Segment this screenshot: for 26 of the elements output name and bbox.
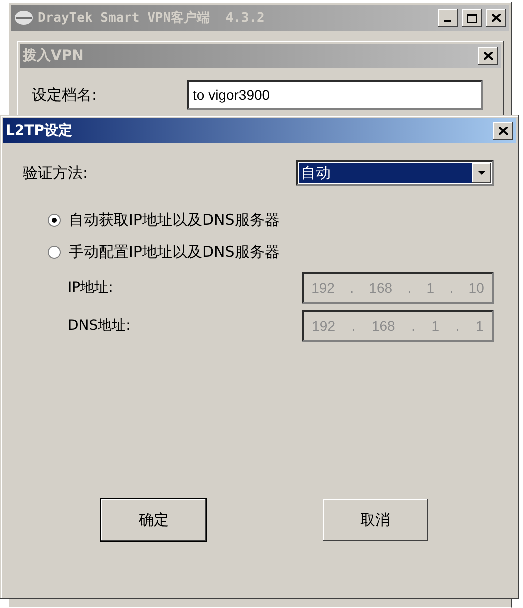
close-button[interactable]: [493, 122, 513, 140]
close-button[interactable]: [478, 47, 498, 65]
option-label: 手动配置IP地址以及DNS服务器: [69, 243, 280, 262]
field-label: DNS地址:: [68, 317, 132, 335]
close-icon: [498, 126, 508, 134]
maximize-button[interactable]: [462, 9, 482, 27]
maximize-icon: [467, 14, 477, 22]
ok-button[interactable]: 确定: [101, 499, 206, 541]
auth-method-dropdown[interactable]: 自动: [296, 160, 494, 186]
app-logo-icon: [14, 10, 34, 26]
cancel-button[interactable]: 取消: [322, 499, 428, 541]
close-icon: [492, 14, 500, 22]
field-label: 验证方法:: [23, 164, 90, 182]
profile-name-field[interactable]: to vigor3900: [187, 80, 483, 110]
dialog-title: L2TP设定: [6, 122, 74, 140]
dialog-title: 拨入VPN: [23, 47, 85, 65]
close-icon: [484, 52, 492, 60]
radio-button[interactable]: [48, 246, 61, 259]
window-title: DrayTek Smart VPN客户端 4.3.2: [38, 10, 266, 27]
field-label: 设定档名:: [32, 86, 98, 104]
minimize-button[interactable]: [438, 9, 458, 27]
dropdown-value: 自动: [299, 163, 472, 183]
field-label: IP地址:: [68, 279, 114, 297]
radio-button[interactable]: [48, 214, 61, 227]
option-label: 自动获取IP地址以及DNS服务器: [69, 211, 280, 230]
close-button[interactable]: [486, 9, 506, 27]
